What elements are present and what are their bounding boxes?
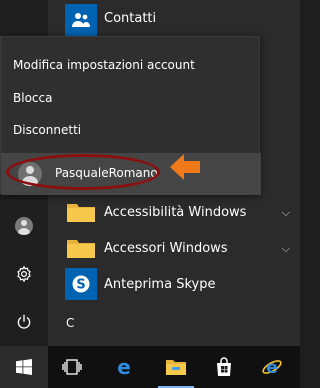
skype-icon: S (72, 275, 90, 293)
store-icon (217, 357, 231, 376)
edge-icon: e (117, 356, 131, 378)
taskbar: e e (0, 346, 300, 388)
file-explorer-button[interactable] (152, 346, 200, 388)
start-menu: Contatti Accessibilità Windows ⌵ Accesso… (0, 0, 300, 346)
power-button[interactable] (0, 300, 48, 344)
app-item-anteprima-skype[interactable]: Anteprima Skype (104, 277, 215, 292)
edge-button[interactable]: e (100, 346, 148, 388)
windows-logo-icon (16, 359, 32, 375)
settings-gear-icon (17, 265, 31, 283)
app-item-contatti[interactable]: Contatti (104, 11, 156, 26)
folder-tile[interactable] (65, 196, 97, 228)
internet-explorer-button[interactable]: e (248, 346, 296, 388)
task-view-button[interactable] (48, 346, 96, 388)
app-item-contatti-tile[interactable] (65, 4, 97, 36)
folder-icon (67, 204, 95, 222)
menu-item-sign-out[interactable]: Disconnetti (13, 123, 81, 137)
orange-arrow-annotation (170, 154, 200, 180)
svg-text:S: S (76, 278, 85, 293)
svg-text:e: e (266, 358, 278, 378)
menu-item-change-account-settings[interactable]: Modifica impostazioni account (13, 58, 195, 72)
settings-button[interactable] (0, 252, 48, 296)
folder-tile[interactable] (65, 232, 97, 264)
internet-explorer-icon: e (262, 358, 282, 378)
task-view-icon (62, 359, 82, 375)
start-button[interactable] (0, 346, 48, 388)
highlight-ellipse (6, 154, 160, 190)
user-account-button[interactable] (0, 204, 48, 248)
power-icon (17, 314, 31, 329)
file-explorer-icon (166, 360, 186, 375)
menu-item-lock[interactable]: Blocca (13, 91, 52, 105)
section-letter-header[interactable]: C (66, 316, 74, 330)
chevron-down-icon[interactable]: ⌵ (282, 242, 290, 256)
store-button[interactable] (200, 346, 248, 388)
svg-text:e: e (117, 356, 131, 378)
app-item-accessibilita-windows[interactable]: Accessibilità Windows (104, 205, 246, 220)
app-item-skype-tile[interactable]: S (65, 268, 97, 300)
app-item-accessori-windows[interactable]: Accessori Windows (104, 241, 228, 256)
user-avatar-icon (15, 217, 33, 235)
folder-icon (67, 240, 95, 258)
contacts-icon (72, 13, 90, 27)
chevron-down-icon[interactable]: ⌵ (282, 206, 290, 220)
